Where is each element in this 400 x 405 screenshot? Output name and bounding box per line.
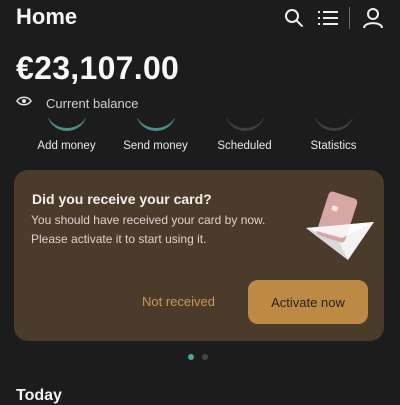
- activate-now-button[interactable]: Activate now: [248, 280, 368, 324]
- statistics-icon: [312, 118, 356, 132]
- profile-icon[interactable]: [362, 7, 384, 29]
- balance-amount: €23,107.00: [16, 50, 180, 86]
- card-prompt-text: You should have received your card by no…: [31, 211, 301, 249]
- pagination-dot-active[interactable]: [188, 354, 194, 360]
- card-prompt-line: You should have received your card by no…: [31, 213, 266, 227]
- section-title-today: Today: [16, 387, 62, 404]
- header-divider: [349, 7, 350, 29]
- eye-icon[interactable]: [16, 94, 32, 112]
- add-money-button[interactable]: Add money: [22, 118, 111, 152]
- card-prompt-title: Did you receive your card?: [32, 191, 212, 207]
- scheduled-icon: [223, 118, 267, 132]
- balance-label: Current balance: [46, 95, 139, 111]
- send-money-button[interactable]: Send money: [111, 118, 200, 152]
- pagination-dots: [188, 354, 216, 360]
- action-label: Send money: [123, 140, 188, 152]
- not-received-button[interactable]: Not received: [142, 294, 215, 309]
- search-icon[interactable]: [283, 7, 305, 29]
- header: Home: [16, 4, 384, 32]
- card-prompt-line: Please activate it to start using it.: [31, 232, 207, 246]
- card-activation-prompt: Did you receive your card? You should ha…: [14, 170, 384, 341]
- send-money-icon: [134, 118, 178, 132]
- action-label: Scheduled: [217, 140, 272, 152]
- balance-label-row[interactable]: Current balance: [16, 94, 139, 112]
- statistics-button[interactable]: Statistics: [289, 118, 378, 152]
- add-money-icon: [45, 118, 89, 132]
- pagination-dot[interactable]: [202, 354, 208, 360]
- header-icons: [283, 4, 384, 32]
- action-label: Add money: [37, 140, 96, 152]
- scheduled-button[interactable]: Scheduled: [200, 118, 289, 152]
- card-envelope-icon: [302, 184, 376, 264]
- action-label: Statistics: [310, 140, 357, 152]
- list-icon[interactable]: [317, 7, 339, 29]
- quick-actions: Add money Send money Scheduled Statistic…: [22, 118, 378, 152]
- page-title: Home: [16, 4, 78, 29]
